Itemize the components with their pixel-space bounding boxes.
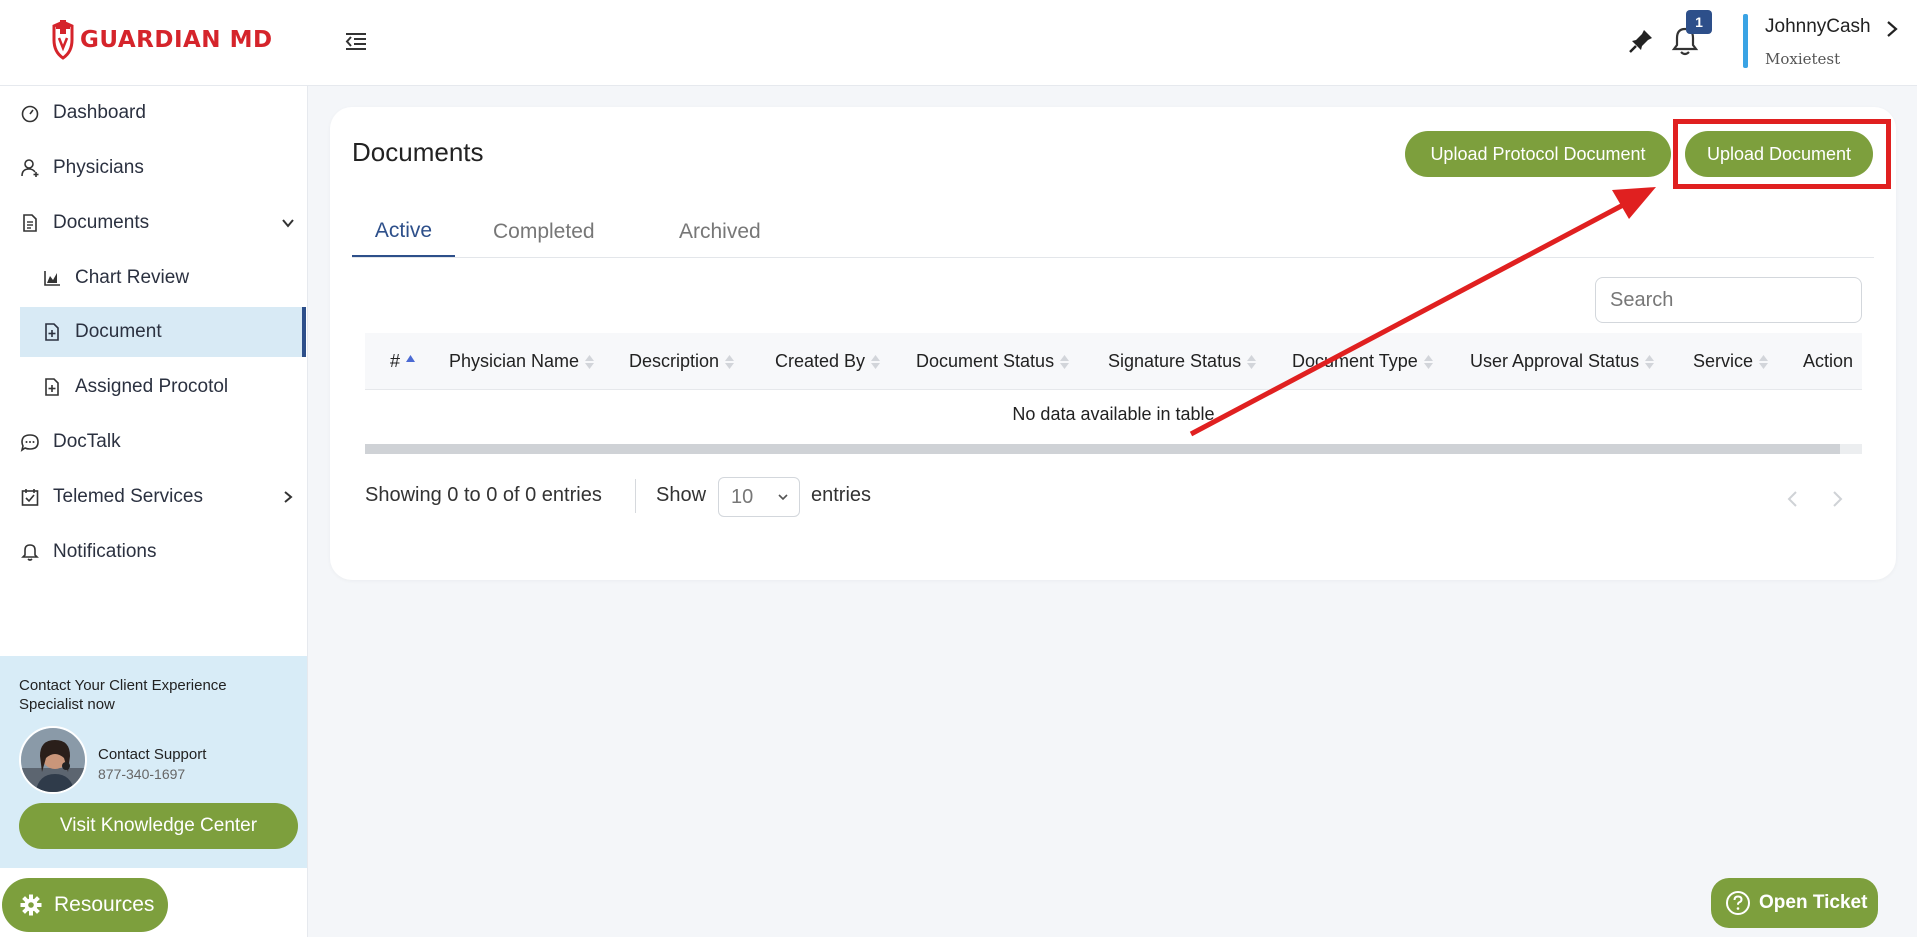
column-header-action: Action: [1803, 351, 1854, 371]
chevron-right-icon: [284, 491, 293, 503]
user-name[interactable]: JohnnyCash: [1765, 16, 1871, 38]
help-circle-icon: [1726, 891, 1750, 915]
chevron-down-icon: [282, 219, 294, 228]
horizontal-scrollbar[interactable]: [365, 444, 1862, 454]
page-title: Documents: [352, 137, 484, 167]
contact-heading: Contact Your Client Experience Specialis…: [19, 677, 227, 713]
highlight-annotation-box: [1673, 119, 1891, 189]
sidebar-item-telemed-services[interactable]: Telemed Services: [0, 472, 306, 522]
sidebar-item-label: Document: [75, 321, 162, 342]
contact-phone[interactable]: 877-340-1697: [98, 766, 185, 782]
sidebar-item-dashboard[interactable]: Dashboard: [0, 88, 306, 138]
notification-count-badge: 1: [1686, 10, 1712, 34]
tab-active[interactable]: Active: [352, 207, 455, 257]
sort-icon: [725, 354, 735, 369]
pagination-prev-icon[interactable]: [1785, 489, 1801, 509]
column-header-signature-status[interactable]: Signature Status: [1108, 333, 1257, 390]
sidebar-item-assigned-protocol[interactable]: Assigned Procotol: [0, 362, 306, 412]
scrollbar-thumb[interactable]: [365, 444, 1840, 454]
sidebar-item-chart-review[interactable]: Chart Review: [0, 253, 306, 303]
sidebar-item-label: Telemed Services: [53, 486, 203, 507]
sort-icon: [1423, 354, 1433, 369]
column-header-number[interactable]: #: [390, 333, 416, 390]
contact-support-title: Contact Support: [98, 746, 207, 763]
documents-card: Documents Upload Protocol Document Uploa…: [330, 107, 1896, 580]
pin-icon[interactable]: [1626, 26, 1656, 56]
column-header-document-status[interactable]: Document Status: [916, 333, 1070, 390]
sidebar: Dashboard Physicians Documents Chart Rev…: [0, 86, 308, 937]
shield-logo-icon: [52, 20, 74, 60]
chat-icon: [20, 434, 39, 452]
sort-icon: [1645, 354, 1655, 369]
pagination-next-icon[interactable]: [1829, 489, 1845, 509]
column-header-user-approval-status[interactable]: User Approval Status: [1470, 333, 1655, 390]
chevron-right-icon[interactable]: [1884, 19, 1900, 39]
document-icon: [23, 214, 37, 232]
sort-icon: [1759, 354, 1769, 369]
top-header: GUARDIAN MD 1 JohnnyCash Moxietest: [0, 0, 1917, 86]
file-icon: [45, 378, 59, 396]
visit-knowledge-center-button[interactable]: Visit Knowledge Center: [19, 803, 298, 849]
column-header-service[interactable]: Service: [1693, 333, 1769, 390]
dashboard-icon: [21, 105, 39, 123]
open-ticket-label: Open Ticket: [1759, 892, 1868, 913]
footer-divider: [635, 479, 636, 513]
show-label: Show: [656, 484, 707, 506]
user-accent-bar: [1743, 14, 1748, 68]
guardian-md-logo[interactable]: GUARDIAN MD: [50, 20, 273, 60]
sidebar-item-document[interactable]: Document: [20, 307, 306, 357]
sidebar-item-notifications[interactable]: Notifications: [0, 527, 306, 577]
document-tabs: Active Completed Archived: [352, 207, 1874, 258]
sidebar-item-documents[interactable]: Documents: [0, 198, 306, 248]
entries-label: entries: [811, 484, 872, 506]
column-header-physician-name[interactable]: Physician Name: [449, 333, 595, 390]
sidebar-item-label: Notifications: [53, 541, 157, 562]
entries-info: Showing 0 to 0 of 0 entries: [365, 484, 602, 506]
sidebar-item-label: Physicians: [53, 157, 144, 178]
upload-protocol-document-button[interactable]: Upload Protocol Document: [1405, 131, 1671, 177]
sidebar-item-label: Assigned Procotol: [75, 376, 229, 397]
bell-icon: [21, 544, 39, 561]
resources-button[interactable]: Resources: [2, 878, 168, 932]
column-header-created-by[interactable]: Created By: [775, 333, 881, 390]
sort-icon: [585, 354, 595, 369]
calendar-check-icon: [21, 489, 39, 506]
resources-label: Resources: [54, 893, 155, 916]
file-icon: [45, 323, 59, 341]
sidebar-item-doctalk[interactable]: DocTalk: [0, 417, 306, 467]
gear-icon: [20, 894, 42, 916]
tab-archived[interactable]: Archived: [679, 207, 761, 257]
empty-table-message: No data available in table: [1012, 404, 1215, 424]
table-header: # Physician Name Description Created By …: [365, 333, 1862, 390]
sort-icon: [1060, 354, 1070, 369]
column-header-description[interactable]: Description: [629, 333, 735, 390]
sidebar-item-label: Dashboard: [53, 102, 146, 123]
contact-support-card: Contact Your Client Experience Specialis…: [0, 656, 307, 868]
sort-ascending-icon: [406, 354, 416, 362]
page-length-select[interactable]: 10: [718, 477, 800, 517]
search-input[interactable]: [1595, 277, 1862, 323]
logo-text: GUARDIAN MD: [80, 27, 273, 53]
page-length-value: 10: [731, 485, 754, 508]
tab-completed[interactable]: Completed: [493, 207, 595, 257]
sidebar-item-label: Documents: [53, 212, 150, 233]
sidebar-item-physicians[interactable]: Physicians: [0, 143, 306, 193]
sidebar-item-label: Chart Review: [75, 267, 190, 288]
menu-collapse-icon[interactable]: [342, 28, 370, 54]
user-icon: [21, 159, 39, 177]
sidebar-item-label: DocTalk: [53, 431, 121, 452]
open-ticket-button[interactable]: Open Ticket: [1711, 878, 1878, 928]
chart-icon: [44, 271, 60, 286]
user-organization: Moxietest: [1765, 50, 1841, 68]
column-header-document-type[interactable]: Document Type: [1292, 333, 1433, 390]
support-avatar: [19, 726, 87, 794]
sort-icon: [871, 354, 881, 369]
chevron-down-icon: [778, 494, 788, 501]
sort-icon: [1247, 354, 1257, 369]
